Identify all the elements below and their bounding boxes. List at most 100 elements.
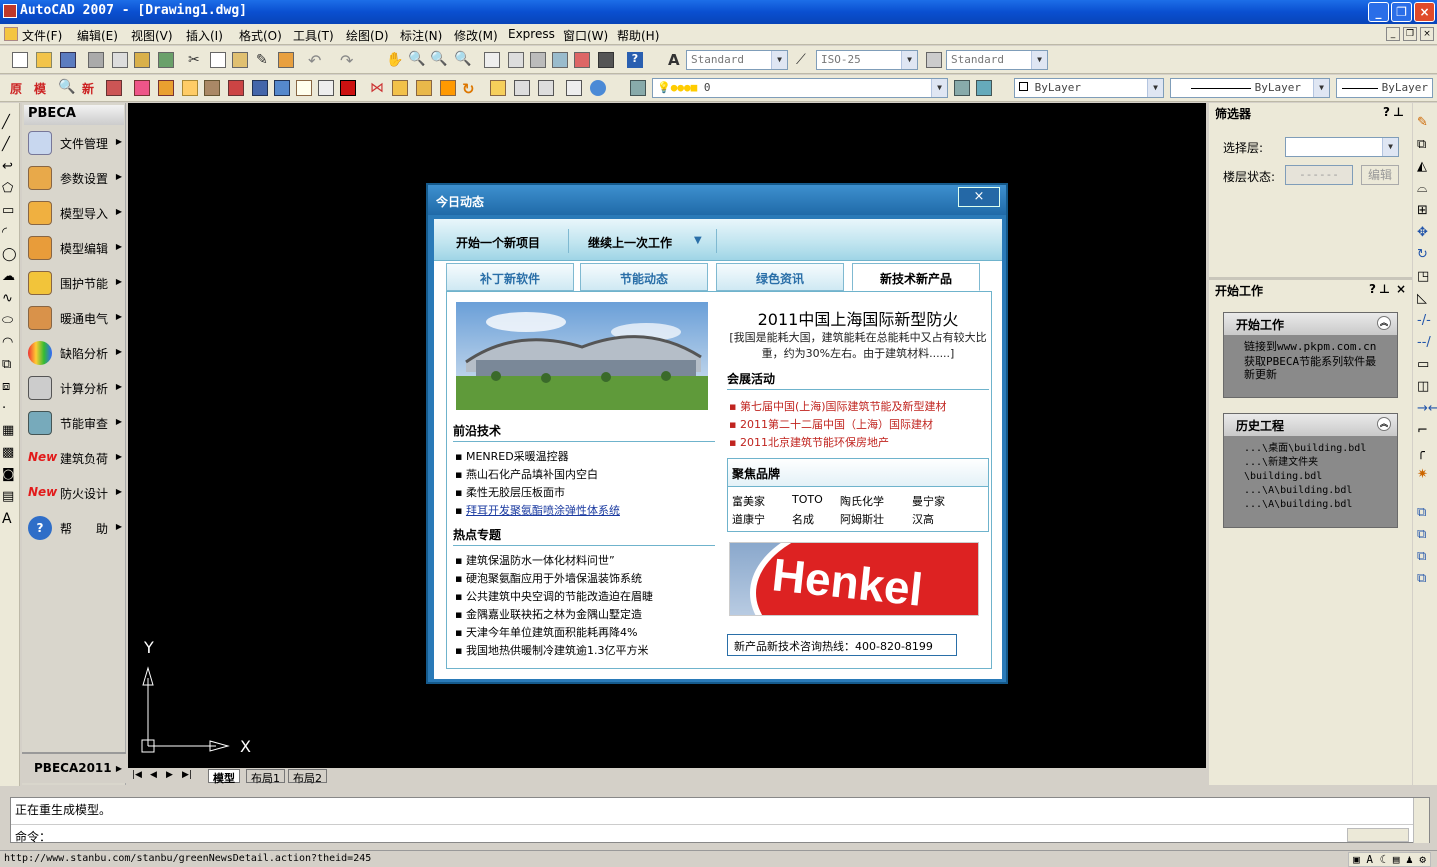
history-group-header[interactable]: 历史工程 ︽ bbox=[1224, 414, 1397, 436]
list-item[interactable]: ▪ 我国地热供暖制冷建筑逾1.3亿平方米 bbox=[455, 642, 648, 658]
pan-icon[interactable]: ✋ bbox=[386, 52, 403, 68]
tray-icons[interactable]: ▣ A ☾ ▤ ♟ ⚙ bbox=[1348, 852, 1431, 867]
copy-modify-icon[interactable]: ⧉ bbox=[1417, 137, 1433, 153]
chamfer-icon[interactable]: ⌐ bbox=[1417, 423, 1433, 439]
list-item[interactable]: ▪ 公共建筑中央空调的节能改造迫在眉睫 bbox=[455, 588, 653, 604]
refresh-icon[interactable]: ↻ bbox=[462, 80, 478, 98]
mtext-icon[interactable]: A bbox=[2, 511, 18, 527]
tab-green-info[interactable]: 绿色资讯 bbox=[716, 263, 844, 291]
brand-item[interactable]: 汉高 bbox=[912, 511, 934, 527]
menu-tools[interactable]: 工具(T) bbox=[293, 27, 334, 44]
list-item[interactable]: ▪ 拜耳开发聚氨酯喷涂弹性体系统 bbox=[455, 502, 620, 518]
offset-icon[interactable]: ⌓ bbox=[1417, 181, 1433, 197]
pbeca-item-calculation[interactable]: 计算分析 ▶ bbox=[24, 372, 124, 404]
make-current-layer-icon[interactable] bbox=[954, 80, 970, 96]
layer-select[interactable]: 💡●●●■ 0 ▼ bbox=[652, 78, 948, 98]
brand-item[interactable]: 名成 bbox=[792, 511, 814, 527]
tab-patch-software[interactable]: 补丁新软件 bbox=[446, 263, 574, 291]
zoom-realtime-icon[interactable]: 🔍 bbox=[408, 51, 425, 67]
edit-button[interactable]: 编辑 bbox=[1361, 165, 1399, 185]
polyline-icon[interactable]: ↩ bbox=[2, 159, 18, 175]
copy-icon[interactable] bbox=[210, 52, 226, 68]
text-style-select[interactable]: Standard ▼ bbox=[686, 50, 788, 70]
red-block-icon[interactable] bbox=[340, 80, 356, 96]
arc-icon[interactable]: ◜ bbox=[2, 225, 18, 241]
markup-icon[interactable] bbox=[574, 52, 590, 68]
close-button[interactable]: × bbox=[1414, 2, 1435, 22]
maximize-button[interactable]: ❐ bbox=[1391, 2, 1412, 22]
update-link[interactable]: 获取PBECA节能系列软件最新更新 bbox=[1244, 355, 1377, 381]
history-item[interactable]: ...\A\building.bdl bbox=[1244, 484, 1377, 498]
henkel-ad-banner[interactable]: Henkel bbox=[729, 542, 979, 616]
match-properties-icon[interactable]: ✎ bbox=[256, 52, 272, 68]
tab-layout1[interactable]: 布局1 bbox=[246, 769, 285, 785]
chevron-down-icon[interactable]: ▼ bbox=[694, 235, 702, 246]
tab-layout2[interactable]: 布局2 bbox=[288, 769, 327, 785]
pdf-export-icon[interactable] bbox=[514, 80, 530, 96]
dim-style-icon[interactable]: ⟋ bbox=[796, 52, 812, 68]
start-new-project-button[interactable]: 开始一个新项目 bbox=[456, 234, 540, 251]
new-icon[interactable] bbox=[12, 52, 28, 68]
circle-icon[interactable]: ◯ bbox=[2, 247, 18, 263]
table-style-select[interactable]: Standard ▼ bbox=[946, 50, 1048, 70]
original-icon[interactable]: 原 bbox=[10, 80, 26, 96]
headline[interactable]: 2011中国上海国际新型防火 bbox=[733, 306, 983, 330]
hatch-icon[interactable]: ▦ bbox=[2, 423, 18, 439]
pbeca-item-model-import[interactable]: 模型导入 ▶ bbox=[24, 197, 124, 229]
door-icon[interactable] bbox=[158, 80, 174, 96]
continue-last-work-button[interactable]: 继续上一次工作 bbox=[588, 234, 672, 251]
ellipse-arc-icon[interactable]: ◠ bbox=[2, 335, 18, 351]
design-center-icon[interactable] bbox=[508, 52, 524, 68]
brand-item[interactable]: 道康宁 bbox=[732, 511, 765, 527]
spline-icon[interactable]: ∿ bbox=[2, 291, 18, 307]
sheet-set-icon[interactable] bbox=[552, 52, 568, 68]
window-icon[interactable] bbox=[182, 80, 198, 96]
menu-dimension[interactable]: 标注(N) bbox=[400, 27, 442, 44]
pin-icon[interactable]: ⊥ bbox=[1393, 105, 1404, 119]
save-icon[interactable] bbox=[60, 52, 76, 68]
prev-tab-icon[interactable]: ◀ bbox=[150, 770, 157, 780]
layer-previous-icon[interactable] bbox=[976, 80, 992, 96]
insert-block-icon[interactable]: ⧉ bbox=[2, 357, 18, 373]
pbeca-version[interactable]: PBECA2011 ▶ bbox=[22, 752, 126, 783]
first-tab-icon[interactable]: |◀ bbox=[132, 770, 142, 780]
brand-item[interactable]: 富美家 bbox=[732, 493, 765, 509]
block-editor-icon[interactable] bbox=[278, 52, 294, 68]
collapse-icon[interactable]: ︽ bbox=[1377, 316, 1391, 330]
close-icon[interactable]: × bbox=[1396, 282, 1406, 296]
trim-icon[interactable]: -/- bbox=[1417, 313, 1433, 329]
undo-icon[interactable]: ↶ bbox=[308, 51, 324, 70]
list-item[interactable]: ▪ 第七届中国(上海)国际建筑节能及新型建材 bbox=[729, 398, 947, 414]
extend-icon[interactable]: --/ bbox=[1417, 335, 1433, 351]
layer-object-icon[interactable] bbox=[440, 80, 456, 96]
zoom-window-icon[interactable]: 🔍 bbox=[430, 51, 447, 67]
table-draw-icon[interactable]: ▤ bbox=[2, 489, 18, 505]
list-item[interactable]: ▪ 柔性无胶层压板面市 bbox=[455, 484, 565, 500]
mirror-icon[interactable]: ⋈ bbox=[370, 80, 386, 96]
array-icon[interactable]: ⊞ bbox=[1417, 203, 1433, 219]
construction-line-icon[interactable]: ╱ bbox=[2, 137, 18, 153]
fillet-icon[interactable]: ╭ bbox=[1417, 445, 1433, 461]
search-icon[interactable]: 🔍 bbox=[58, 79, 75, 95]
region-icon[interactable]: ◙ bbox=[2, 467, 18, 483]
bring-front-icon[interactable]: ⧉ bbox=[1417, 527, 1433, 543]
scale-icon[interactable]: ◳ bbox=[1417, 269, 1433, 285]
pbeca-item-fire-design[interactable]: New 防火设计 ▶ bbox=[24, 477, 124, 509]
list-item[interactable]: ▪ 天津今年单位建筑面积能耗再降4% bbox=[455, 624, 637, 640]
menu-window[interactable]: 窗口(W) bbox=[563, 27, 608, 44]
brand-item[interactable]: 陶氏化学 bbox=[840, 493, 884, 509]
menu-edit[interactable]: 编辑(E) bbox=[77, 27, 118, 44]
ellipse-icon[interactable]: ⬭ bbox=[2, 313, 18, 329]
pbeca-item-help[interactable]: ? 帮 助 ▶ bbox=[24, 512, 124, 544]
send-back-icon[interactable]: ⧉ bbox=[1417, 549, 1433, 565]
tab-model[interactable]: 模型 bbox=[208, 769, 240, 785]
tab-energy-news[interactable]: 节能动态 bbox=[580, 263, 708, 291]
doc-restore-button[interactable]: ❐ bbox=[1403, 27, 1417, 41]
list-item[interactable]: ▪ 燕山石化产品填补国内空白 bbox=[455, 466, 598, 482]
document-icon[interactable] bbox=[4, 27, 18, 41]
frontier-item-link[interactable]: 拜耳开发聚氨酯喷涂弹性体系统 bbox=[466, 504, 620, 517]
paste-icon[interactable] bbox=[232, 52, 248, 68]
pdf-batch-icon[interactable] bbox=[538, 80, 554, 96]
history-item[interactable]: ...\新建文件夹\building.bdl bbox=[1244, 456, 1377, 484]
plot-preview-icon[interactable] bbox=[112, 52, 128, 68]
